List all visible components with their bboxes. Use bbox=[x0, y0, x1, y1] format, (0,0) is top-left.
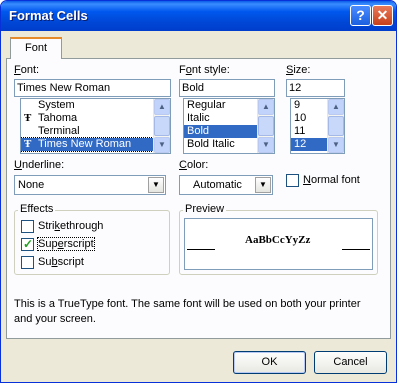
format-cells-dialog: Format Cells ? ✕ Font Font: Times New Ro… bbox=[0, 0, 397, 383]
baseline-right bbox=[342, 249, 370, 250]
strikethrough-label: Strikethrough bbox=[38, 220, 104, 232]
subscript-label: Subscript bbox=[38, 256, 84, 268]
effects-title: Effects bbox=[18, 203, 56, 215]
help-icon: ? bbox=[356, 7, 365, 23]
help-button[interactable]: ? bbox=[350, 5, 371, 26]
font-style-scrollbar[interactable]: ▲ ▼ bbox=[257, 99, 274, 153]
ok-button[interactable]: OK bbox=[233, 351, 306, 374]
chevron-down-icon[interactable]: ▼ bbox=[255, 177, 271, 193]
arrow-down-icon: ▼ bbox=[332, 140, 340, 149]
scroll-thumb[interactable] bbox=[258, 116, 274, 136]
color-label: Color: bbox=[179, 159, 209, 171]
list-item-selected[interactable]: Ŧ Times New Roman bbox=[21, 137, 154, 152]
size-list[interactable]: 9 10 11 12 ▲ ▼ bbox=[290, 98, 345, 154]
subscript-checkbox[interactable] bbox=[21, 256, 34, 269]
font-list-scrollbar[interactable]: ▲ ▼ bbox=[153, 99, 170, 153]
underline-value: None bbox=[18, 179, 45, 191]
checkmark-icon: ✓ bbox=[23, 237, 34, 251]
chevron-down-icon[interactable]: ▼ bbox=[148, 177, 164, 193]
size-list-scrollbar[interactable]: ▲ ▼ bbox=[327, 99, 344, 153]
list-item[interactable]: Ŧ Tahoma bbox=[21, 112, 170, 125]
color-value: Automatic bbox=[193, 179, 242, 191]
arrow-up-icon: ▲ bbox=[158, 102, 166, 111]
scroll-down-button[interactable]: ▼ bbox=[258, 137, 274, 153]
font-info-text: This is a TrueType font. The same font w… bbox=[14, 298, 361, 325]
superscript-checkbox[interactable]: ✓ bbox=[21, 237, 34, 251]
arrow-down-icon: ▼ bbox=[262, 140, 270, 149]
preview-title: Preview bbox=[183, 203, 227, 215]
underline-select[interactable]: None ▼ bbox=[14, 175, 166, 195]
scroll-up-button[interactable]: ▲ bbox=[258, 99, 274, 115]
list-item[interactable]: Terminal bbox=[21, 125, 170, 138]
truetype-icon: Ŧ bbox=[24, 112, 32, 124]
strikethrough-checkbox[interactable] bbox=[21, 220, 34, 233]
color-select[interactable]: Automatic ▼ bbox=[179, 175, 273, 195]
font-label: Font: bbox=[14, 64, 40, 76]
arrow-down-icon: ▼ bbox=[158, 140, 166, 149]
font-style-list[interactable]: Regular Italic Bold Bold Italic ▲ ▼ bbox=[183, 98, 275, 154]
normal-font-checkbox[interactable] bbox=[286, 174, 299, 187]
tab-font-label: Font bbox=[24, 42, 47, 54]
truetype-icon: Ŧ bbox=[24, 138, 32, 150]
baseline-left bbox=[187, 249, 215, 250]
close-icon: ✕ bbox=[376, 7, 389, 23]
scroll-down-button[interactable]: ▼ bbox=[154, 137, 170, 153]
font-name-input[interactable]: Times New Roman bbox=[14, 79, 171, 97]
font-list[interactable]: System Ŧ Tahoma Terminal Ŧ Times New Roman… bbox=[20, 98, 171, 154]
arrow-up-icon: ▲ bbox=[262, 102, 270, 111]
underline-label: Underline: bbox=[14, 159, 65, 171]
close-button[interactable]: ✕ bbox=[372, 5, 393, 26]
scroll-down-button[interactable]: ▼ bbox=[328, 137, 344, 153]
scroll-up-button[interactable]: ▲ bbox=[154, 99, 170, 115]
list-item[interactable]: System bbox=[21, 99, 170, 112]
preview-box: AaBbCcYyZz bbox=[184, 218, 373, 270]
arrow-up-icon: ▲ bbox=[332, 102, 340, 111]
scroll-thumb[interactable] bbox=[328, 116, 344, 136]
list-item-selected[interactable]: 12 bbox=[291, 138, 327, 151]
tab-font[interactable]: Font bbox=[10, 37, 62, 59]
scroll-thumb[interactable] bbox=[154, 116, 170, 136]
size-label: Size: bbox=[286, 64, 311, 76]
normal-font-label: Normal font bbox=[303, 174, 360, 186]
list-item-selected[interactable]: Bold bbox=[184, 125, 257, 138]
font-style-label: Font style: bbox=[179, 64, 230, 76]
title-bar[interactable]: Format Cells ? ✕ bbox=[1, 1, 396, 31]
preview-sample: AaBbCcYyZz bbox=[245, 234, 311, 246]
window-title: Format Cells bbox=[9, 8, 88, 23]
cancel-button[interactable]: Cancel bbox=[314, 351, 387, 374]
superscript-label: Superscript bbox=[37, 237, 95, 251]
size-input[interactable]: 12 bbox=[286, 79, 345, 97]
font-style-input[interactable]: Bold bbox=[179, 79, 275, 97]
scroll-up-button[interactable]: ▲ bbox=[328, 99, 344, 115]
